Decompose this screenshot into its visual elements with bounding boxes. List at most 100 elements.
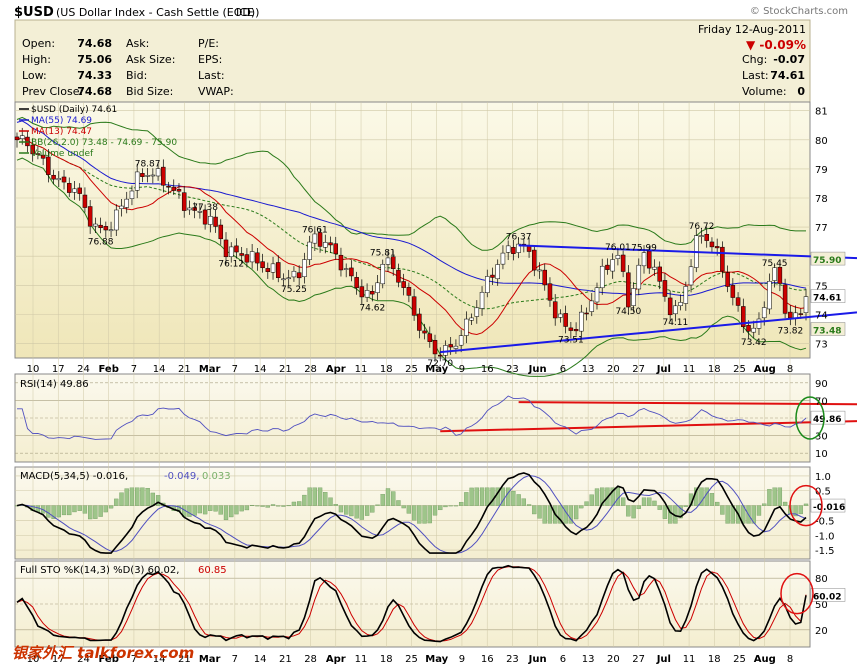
- macd-histogram-bar: [234, 505, 239, 515]
- candle-body: [479, 291, 485, 309]
- macd-histogram-bar: [709, 493, 715, 506]
- x-tick-label-bottom: 11: [683, 654, 696, 665]
- candle-body: [187, 207, 192, 211]
- macd-tag: -0.016: [813, 503, 845, 513]
- candle-body: [338, 254, 344, 271]
- candle-body: [51, 174, 56, 180]
- candle-body: [56, 178, 62, 181]
- price-annotation: 76.12: [218, 260, 244, 270]
- candle-body: [657, 266, 662, 282]
- candle-body: [307, 241, 312, 260]
- macd-histogram-bar: [704, 487, 709, 506]
- macd-histogram-bar: [239, 505, 244, 512]
- candle-body: [87, 206, 93, 227]
- macd-histogram-bar: [762, 503, 767, 506]
- macd-histogram-bar: [767, 489, 772, 506]
- macd-histogram-bar: [354, 505, 359, 519]
- macd-legend-signal: -0.049,: [164, 471, 199, 482]
- macd-histogram-bar: [150, 492, 156, 506]
- candle-body: [108, 229, 114, 232]
- macd-histogram-bar: [411, 505, 417, 521]
- macd-histogram-bar: [464, 492, 469, 506]
- price-annotation: 73.51: [558, 336, 584, 346]
- macd-histogram-bar: [427, 505, 432, 524]
- candle-body: [385, 257, 391, 265]
- macd-histogram-bar: [579, 505, 584, 509]
- candle-body: [615, 255, 621, 259]
- macd-histogram-bar: [641, 497, 647, 506]
- macd-histogram-bar: [270, 504, 276, 506]
- x-tick-label-bottom: 28: [304, 654, 317, 665]
- x-tick-label: 17: [52, 364, 65, 375]
- macd-histogram-bar: [422, 505, 427, 524]
- macd-histogram-bar: [192, 505, 197, 516]
- quote-value: 75.06: [77, 53, 112, 66]
- candle-body: [735, 297, 741, 306]
- candle-body: [547, 283, 553, 301]
- candle-body: [584, 312, 589, 315]
- price-tick-label: 78: [815, 194, 828, 205]
- macd-histogram-bar: [547, 505, 553, 524]
- candle-body: [464, 318, 469, 336]
- x-tick-label: Jun: [528, 364, 547, 375]
- candle-body: [505, 245, 511, 253]
- candle-body: [145, 175, 150, 177]
- x-tick-label: 24: [77, 364, 90, 375]
- candle-body: [432, 340, 438, 355]
- macd-histogram-bar: [777, 487, 783, 506]
- x-tick-label: 14: [254, 364, 267, 375]
- candle-body: [631, 288, 636, 306]
- legend-entry: Volume undef: [31, 149, 94, 159]
- x-tick-label: 21: [279, 364, 292, 375]
- candle-body: [542, 269, 547, 286]
- macd-histogram-bar: [647, 497, 652, 506]
- candle-body: [61, 176, 67, 183]
- candle-body: [406, 286, 412, 296]
- quote-mid-label: Bid Size:: [126, 85, 173, 98]
- x-tick-label: 21: [178, 364, 191, 375]
- macd-histogram-bar: [344, 505, 349, 515]
- candle-body: [500, 252, 506, 265]
- x-tick-label-bottom: 18: [380, 654, 393, 665]
- price-annotation: 74.62: [359, 303, 385, 313]
- macd-histogram-bar: [715, 501, 720, 506]
- candle-body: [485, 276, 490, 293]
- quote-right-label: EPS:: [198, 53, 222, 66]
- macd-histogram-bar: [229, 505, 234, 518]
- macd-histogram-bar: [448, 505, 453, 507]
- macd-histogram-bar: [208, 505, 213, 511]
- quote-value: 74.68: [77, 37, 112, 50]
- x-tick-label: Apr: [326, 364, 346, 375]
- macd-histogram-bar: [526, 504, 532, 506]
- candle-body: [129, 190, 135, 199]
- macd-histogram-bar: [370, 505, 375, 513]
- macd-histogram-bar: [67, 505, 72, 516]
- candle-body: [328, 242, 333, 246]
- macd-histogram-bar: [458, 502, 464, 506]
- macd-histogram-bar: [338, 505, 344, 513]
- candle-body: [239, 253, 244, 256]
- macd-histogram-bar: [662, 505, 668, 519]
- x-tick-label: 10: [27, 364, 40, 375]
- x-tick-label: 7: [131, 364, 137, 375]
- price-annotation: 74.50: [615, 307, 641, 317]
- macd-histogram-bar: [573, 505, 579, 520]
- quote-mid-label: Ask Size:: [126, 53, 175, 66]
- macd-histogram-bar: [636, 505, 641, 509]
- candle-body: [276, 262, 281, 279]
- candle-body: [579, 311, 584, 332]
- candle-body: [589, 300, 595, 312]
- macd-histogram-bar: [297, 501, 302, 506]
- macd-histogram-bar: [145, 488, 150, 506]
- macd-histogram-bar: [103, 505, 108, 513]
- candle-body: [218, 224, 224, 240]
- candle-body: [720, 246, 725, 272]
- candle-body: [725, 272, 730, 287]
- candle-body: [599, 265, 605, 289]
- x-tick-label-bottom: 14: [254, 654, 267, 665]
- macd-histogram-bar: [589, 494, 594, 506]
- price-tick-label: 81: [815, 107, 828, 118]
- candle-body: [704, 234, 709, 241]
- macd-histogram-bar: [108, 505, 114, 509]
- x-tick-label-bottom: 21: [279, 654, 292, 665]
